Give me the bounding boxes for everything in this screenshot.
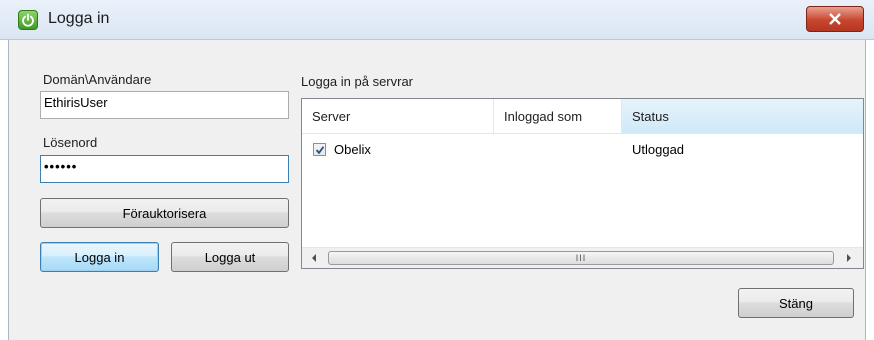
server-status: Utloggad (632, 142, 685, 157)
close-dialog-button[interactable]: Stäng (738, 288, 854, 318)
close-icon (829, 13, 841, 25)
server-name: Obelix (334, 142, 371, 157)
column-header-logged-in-as[interactable]: Inloggad som (494, 99, 622, 133)
checkmark-icon (315, 146, 325, 155)
power-icon (18, 10, 38, 30)
servers-list[interactable]: Server Inloggad som Status Obelix Utlogg… (301, 98, 864, 269)
list-item[interactable]: Obelix Utloggad (302, 142, 863, 162)
scroll-thumb[interactable]: III (328, 251, 834, 265)
horizontal-scrollbar[interactable]: III (302, 247, 863, 268)
login-window: Logga in Domän\Användare EthirisUser Lös… (0, 0, 874, 340)
title-bar[interactable]: Logga in (0, 0, 874, 40)
dialog-body: Domän\Användare EthirisUser Lösenord •••… (8, 40, 866, 340)
column-header-status[interactable]: Status (622, 99, 863, 133)
close-button[interactable] (806, 6, 864, 32)
password-label: Lösenord (43, 135, 98, 150)
arrow-right-icon (847, 254, 851, 262)
preauthorize-button[interactable]: Förauktorisera (40, 198, 289, 228)
column-header-server[interactable]: Server (302, 99, 494, 133)
scroll-left-button[interactable] (304, 248, 324, 268)
server-checkbox[interactable] (313, 143, 326, 156)
scroll-right-button[interactable] (839, 248, 859, 268)
domain-user-field[interactable]: EthirisUser (40, 91, 289, 119)
list-header: Server Inloggad som Status (302, 99, 863, 134)
servers-group-label: Logga in på servrar (301, 74, 414, 89)
password-field[interactable]: •••••• (40, 155, 289, 183)
logout-button[interactable]: Logga ut (171, 242, 289, 272)
domain-user-label: Domän\Användare (43, 72, 152, 87)
arrow-left-icon (312, 254, 316, 262)
window-title: Logga in (48, 10, 110, 27)
login-button[interactable]: Logga in (40, 242, 159, 272)
